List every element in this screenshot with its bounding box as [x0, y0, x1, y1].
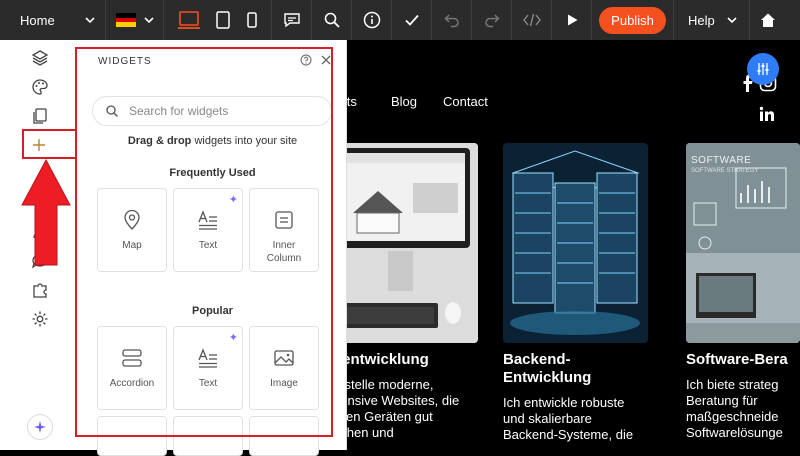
- publish-cell: Publish: [592, 0, 674, 40]
- checkmark-icon: [404, 14, 419, 26]
- image-overlay-subtitle: SOFTWARE STRATEGY: [691, 168, 759, 174]
- card-body-consulting: Ich biete strateg Beratung für maßgeschn…: [686, 377, 800, 441]
- undo-icon: [443, 14, 459, 28]
- editor-top-bar: Home Publish Help: [0, 0, 800, 40]
- comments-button[interactable]: [272, 0, 312, 40]
- card-body-line: Softwarelösunge: [686, 425, 783, 440]
- page-selector[interactable]: Home: [0, 0, 106, 40]
- card-body-line: erstelle moderne,: [333, 377, 434, 392]
- code-icon: [522, 13, 541, 27]
- card-title-web: bentwicklung: [333, 351, 429, 368]
- home-button[interactable]: [750, 0, 786, 40]
- puzzle-icon[interactable]: [30, 280, 50, 300]
- card-body-line: ponsive Websites, die: [333, 393, 460, 408]
- home-icon: [761, 13, 775, 27]
- german-flag-icon: [115, 13, 136, 28]
- linkedin-icon[interactable]: [759, 106, 775, 122]
- card-body-line: maßgeschneide: [686, 409, 779, 424]
- sparkle-icon: [34, 421, 46, 433]
- chevron-down-icon: [85, 17, 95, 24]
- nav-link-contact[interactable]: Contact: [443, 94, 488, 109]
- card-body-backend: Ich entwickle robuste und skalierbare Ba…: [503, 395, 663, 443]
- info-icon: [363, 11, 380, 29]
- play-icon: [567, 14, 577, 26]
- chevron-down-icon: [727, 17, 737, 24]
- card-title-line: Backend-: [503, 351, 571, 368]
- card-body-line: und skalierbare: [503, 411, 592, 426]
- backend-servers-image[interactable]: [503, 143, 648, 343]
- settings-gear-icon[interactable]: [30, 309, 50, 329]
- search-icon: [324, 12, 340, 28]
- image-overlay-title: SOFTWARE: [691, 155, 752, 166]
- card-body-line: Backend-Systeme, die: [503, 427, 634, 442]
- mobile-icon[interactable]: [245, 10, 259, 30]
- left-toolbar: [0, 40, 78, 450]
- site-canvas: ects Blog Contact: [333, 40, 800, 450]
- help-menu[interactable]: Help: [674, 0, 750, 40]
- card-title-consulting: Software-Bera: [686, 351, 788, 368]
- card-body-line: allen Geräten gut: [333, 409, 433, 424]
- sliders-icon: [757, 63, 769, 75]
- apps-icon[interactable]: [30, 222, 50, 242]
- redo-icon: [484, 14, 500, 28]
- card-body-web: erstelle moderne, ponsive Websites, die …: [333, 377, 483, 441]
- chat-icon[interactable]: [30, 251, 50, 271]
- palette-icon[interactable]: [30, 77, 50, 97]
- info-button[interactable]: [352, 0, 392, 40]
- card-title-backend: Backend- Entwicklung: [503, 351, 591, 387]
- layers-icon[interactable]: [30, 48, 50, 68]
- publish-button[interactable]: Publish: [599, 6, 666, 34]
- card-title-line: Entwicklung: [503, 369, 592, 386]
- chevron-down-icon: [143, 17, 154, 24]
- comment-icon: [283, 13, 300, 28]
- card-body-line: Ich biete strateg: [686, 377, 779, 392]
- site-settings-fab[interactable]: [747, 53, 779, 85]
- preview-button[interactable]: [552, 0, 592, 40]
- device-switcher: [164, 0, 272, 40]
- undo-button[interactable]: [432, 0, 472, 40]
- card-body-line: sehen und: [333, 425, 394, 440]
- card-body-line: Beratung für: [686, 393, 758, 408]
- desktop-icon[interactable]: [177, 9, 201, 31]
- annotation-panel-highlight: [75, 47, 333, 437]
- page-selector-label: Home: [20, 12, 55, 28]
- pages-icon[interactable]: [30, 106, 50, 126]
- language-selector[interactable]: [106, 0, 164, 40]
- web-development-image[interactable]: [333, 143, 478, 343]
- help-label: Help: [688, 12, 715, 28]
- tablet-icon[interactable]: [214, 10, 232, 30]
- add-element-icon[interactable]: [29, 135, 49, 155]
- checks-button[interactable]: [392, 0, 432, 40]
- redo-button[interactable]: [472, 0, 512, 40]
- software-strategy-image[interactable]: SOFTWARE SOFTWARE STRATEGY: [686, 143, 800, 343]
- card-body-line: Ich entwickle robuste: [503, 395, 625, 410]
- search-button[interactable]: [312, 0, 352, 40]
- ai-assistant-button[interactable]: [27, 414, 53, 440]
- code-button[interactable]: [512, 0, 552, 40]
- nav-link-blog[interactable]: Blog: [391, 94, 417, 109]
